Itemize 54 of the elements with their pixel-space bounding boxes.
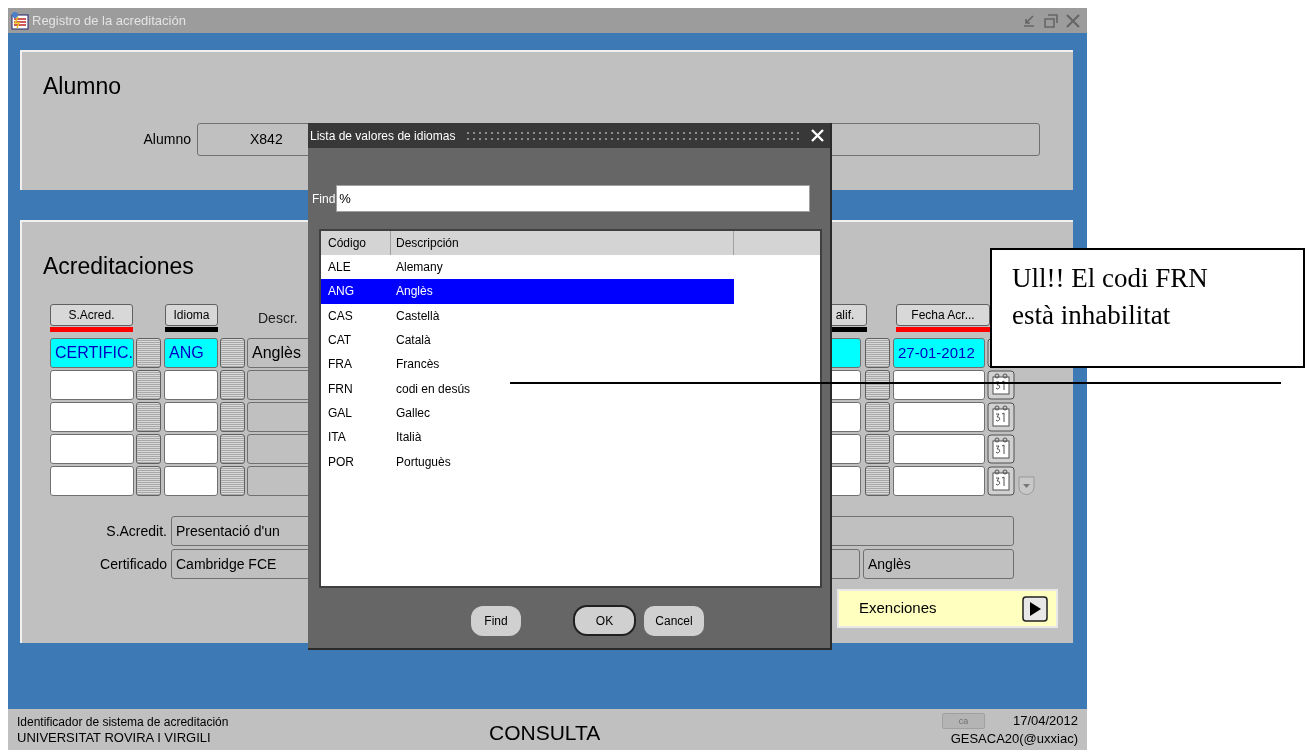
table-cell[interactable]: ANG (164, 338, 218, 368)
find-button[interactable]: Find (471, 605, 521, 636)
column-header: Código (321, 231, 391, 255)
table-cell[interactable] (164, 370, 218, 400)
find-label: Find (312, 190, 336, 208)
list-button[interactable] (865, 370, 890, 400)
table-cell[interactable] (50, 434, 134, 464)
table-cell[interactable] (164, 466, 218, 496)
list-row[interactable]: ALE Alemany (321, 255, 734, 280)
section-heading: Alumno (43, 72, 121, 100)
find-field[interactable]: % (336, 185, 811, 212)
annotation-text: Ull!! El codi FRN està inhabilitat (1012, 262, 1209, 332)
play-icon (1022, 595, 1048, 622)
calendar-icon[interactable] (987, 370, 1015, 400)
idioma-field: Anglès (863, 549, 1014, 579)
ok-button[interactable]: OK (573, 605, 636, 636)
table-cell[interactable] (893, 370, 985, 400)
window-title: Registro de la acreditación (32, 11, 186, 30)
dialog-title: Lista de valores de idiomas (310, 127, 456, 145)
field-label: S.Acredit. (105, 521, 168, 541)
list-row[interactable]: POR Portuguès (321, 449, 734, 474)
table-cell[interactable]: 27-01-2012 (893, 338, 985, 368)
table-cell[interactable] (50, 402, 134, 432)
organization-name: UNIVERSITAT ROVIRA I VIRGILI (17, 729, 212, 746)
field-label: Alumno (142, 130, 192, 149)
column-header: Descripción (391, 231, 734, 255)
field-label: Certificado (99, 554, 168, 574)
table-cell[interactable] (893, 434, 985, 464)
cancel-button[interactable]: Cancel (644, 605, 704, 636)
list-row[interactable]: ITA Italià (321, 425, 734, 450)
table-cell[interactable] (893, 402, 985, 432)
user-name: GESACA20(@uxxiac) (950, 729, 1078, 748)
column-header: Descr. (258, 309, 298, 328)
list-row[interactable]: CAS Castellà (321, 303, 734, 328)
table-cell[interactable] (50, 370, 134, 400)
table-cell[interactable] (50, 466, 134, 496)
language-indicator: ca (941, 712, 985, 729)
column-header-button[interactable]: S.Acred. (50, 304, 133, 326)
list-row[interactable]: FRN codi en desús (321, 376, 734, 401)
list-row[interactable]: ANG Anglès (321, 279, 734, 304)
table-cell[interactable] (164, 402, 218, 432)
app-icon (10, 10, 30, 31)
status-message: Identificador de sistema de acreditación (17, 713, 230, 730)
column-header-button[interactable]: Fecha Acr... (896, 304, 990, 326)
table-cell[interactable] (893, 466, 985, 496)
mode-indicator: CONSULTA (489, 719, 601, 746)
section-heading: Acreditaciones (43, 252, 194, 280)
exenciones-button[interactable]: Exenciones (837, 589, 1058, 628)
scroll-down-icon[interactable] (1018, 476, 1035, 496)
table-cell[interactable]: CERTIFIC. (50, 338, 134, 368)
table-cell[interactable] (164, 434, 218, 464)
list-row[interactable]: GAL Gallec (321, 400, 734, 426)
column-header-button[interactable]: Idioma (165, 304, 218, 326)
status-date: 17/04/2012 (1012, 711, 1078, 730)
